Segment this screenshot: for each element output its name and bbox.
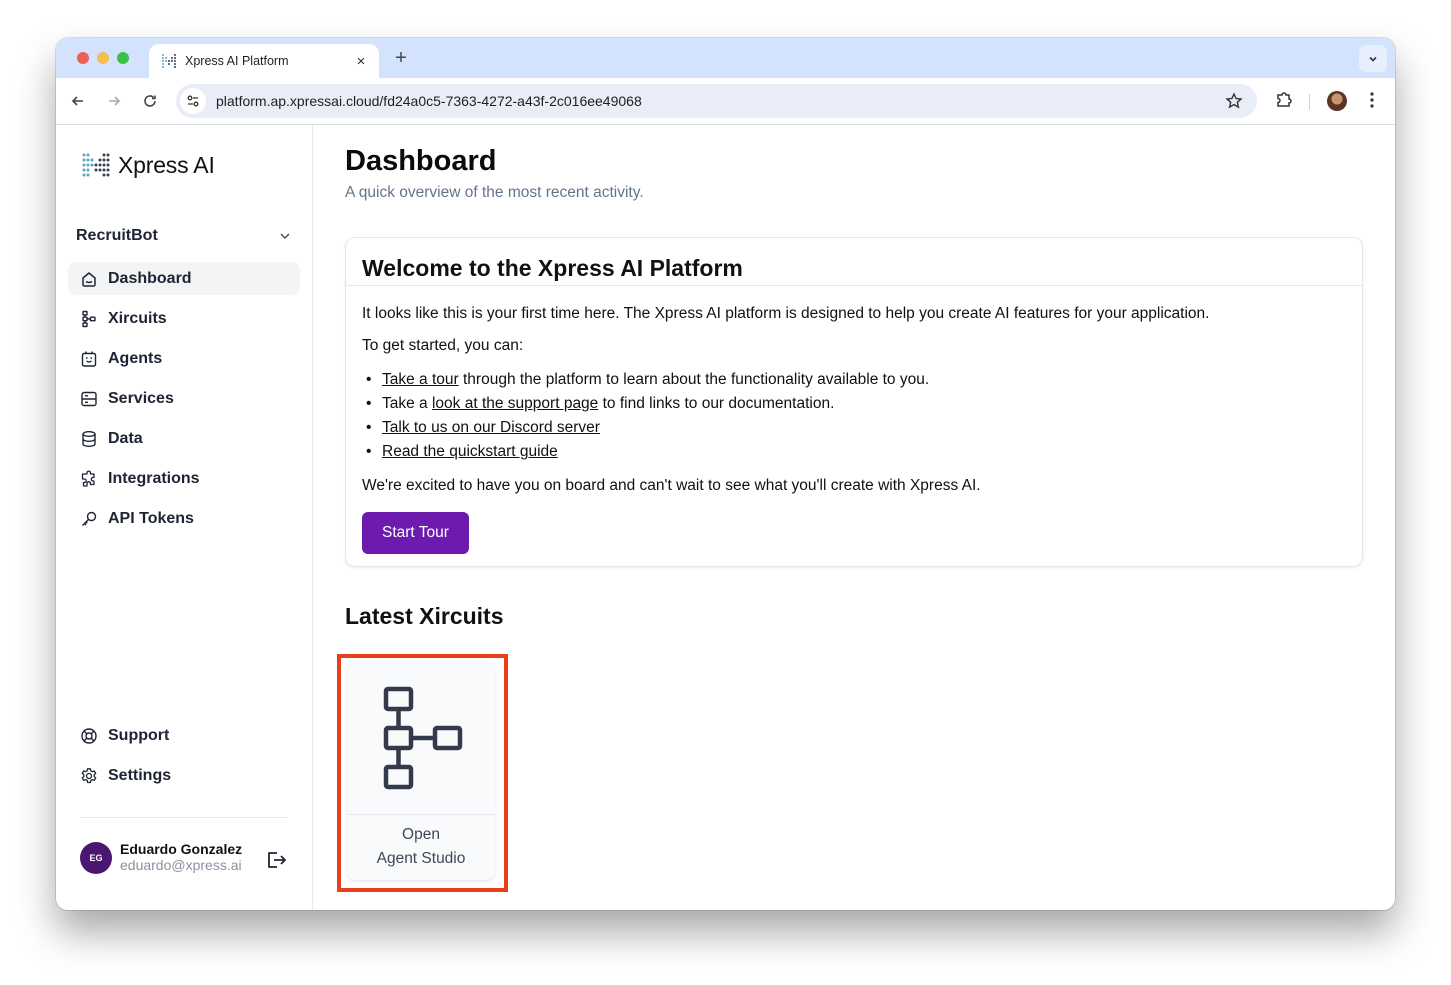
welcome-title: Welcome to the Xpress AI Platform	[362, 255, 743, 281]
tune-icon	[187, 95, 199, 107]
url-text[interactable]: platform.ap.xpressai.cloud/fd24a0c5-7363…	[216, 93, 642, 109]
address-bar[interactable]: platform.ap.xpressai.cloud/fd24a0c5-7363…	[176, 84, 1257, 118]
support-page-link[interactable]: look at the support page	[432, 395, 598, 412]
list-item: Read the quickstart guide	[362, 440, 1346, 464]
welcome-outro: We're excited to have you on board and c…	[362, 477, 981, 494]
close-tab-icon[interactable]: ×	[353, 53, 369, 70]
user-email: eduardo@xpress.ai	[120, 857, 242, 873]
sidebar: Xpress AI RecruitBot Dashboard Xircuits	[56, 125, 313, 910]
database-icon	[80, 430, 98, 448]
user-avatar: EG	[80, 841, 112, 874]
list-item: Take a tour through the platform to lear…	[362, 368, 1346, 392]
chevron-down-icon	[280, 233, 290, 240]
robot-icon	[80, 350, 98, 368]
puzzle-icon	[80, 470, 98, 488]
welcome-intro: It looks like this is your first time he…	[362, 305, 1210, 322]
home-icon	[80, 270, 98, 288]
site-info-button[interactable]	[180, 88, 206, 114]
arrow-right-icon	[109, 96, 121, 106]
get-started-text: To get started, you can:	[362, 337, 524, 354]
key-icon	[80, 510, 98, 528]
maximize-window-button[interactable]	[117, 52, 129, 64]
minimize-window-button[interactable]	[97, 52, 109, 64]
list-item: Take a look at the support page to find …	[362, 392, 1346, 416]
browser-toolbar: platform.ap.xpressai.cloud/fd24a0c5-7363…	[56, 78, 1395, 125]
bookmark-star-icon[interactable]	[1225, 92, 1243, 110]
sidebar-item-label: Data	[108, 429, 143, 447]
sidebar-item-api-tokens[interactable]: API Tokens	[68, 502, 300, 535]
sidebar-item-agents[interactable]: Agents	[68, 342, 300, 375]
sidebar-item-label: Xircuits	[108, 309, 167, 327]
browser-tab[interactable]: Xpress AI Platform ×	[149, 44, 379, 78]
brand-name: Xpress AI	[118, 152, 215, 178]
sidebar-item-services[interactable]: Services	[68, 382, 300, 415]
xircuits-workflow-icon	[383, 686, 463, 790]
xpress-favicon-icon	[162, 54, 176, 68]
sidebar-item-label: Settings	[108, 766, 172, 784]
page-title: Dashboard	[345, 145, 497, 177]
app: Xpress AI RecruitBot Dashboard Xircuits	[56, 125, 1395, 910]
profile-avatar[interactable]	[1327, 91, 1347, 111]
latest-xircuits-title: Latest Xircuits	[345, 603, 504, 629]
getting-started-list: Take a tour through the platform to lear…	[362, 368, 1346, 464]
browser-window: Xpress AI Platform × + platform.ap.xpres…	[56, 38, 1395, 910]
quickstart-guide-link[interactable]: Read the quickstart guide	[382, 443, 558, 460]
welcome-card: Welcome to the Xpress AI Platform It loo…	[345, 237, 1363, 567]
new-tab-button[interactable]: +	[391, 47, 411, 70]
sidebar-item-label: Dashboard	[108, 269, 192, 287]
extensions-puzzle-icon[interactable]	[1274, 90, 1294, 110]
discord-link[interactable]: Talk to us on our Discord server	[382, 419, 600, 436]
sidebar-item-support[interactable]: Support	[68, 719, 300, 752]
forward-button[interactable]	[103, 90, 125, 112]
close-window-button[interactable]	[77, 52, 89, 64]
card-title: Agent Studio	[376, 850, 466, 867]
toolbar-separator	[1309, 94, 1310, 110]
list-item: Talk to us on our Discord server	[362, 416, 1346, 440]
reload-icon	[144, 95, 156, 107]
logout-icon[interactable]	[264, 848, 288, 872]
sidebar-item-label: API Tokens	[108, 509, 194, 527]
gear-icon	[80, 767, 98, 785]
arrow-left-icon	[71, 96, 83, 106]
tab-strip: Xpress AI Platform × +	[56, 38, 1395, 78]
back-button[interactable]	[67, 90, 89, 112]
sidebar-item-label: Agents	[108, 349, 163, 367]
brand-logo[interactable]: Xpress AI	[82, 152, 215, 179]
sidebar-item-label: Integrations	[108, 469, 200, 487]
more-menu-icon[interactable]	[1364, 90, 1380, 110]
sidebar-item-integrations[interactable]: Integrations	[68, 462, 300, 495]
sidebar-item-settings[interactable]: Settings	[68, 759, 300, 792]
user-profile[interactable]: EG Eduardo Gonzalez eduardo@xpress.ai	[80, 841, 242, 874]
user-name: Eduardo Gonzalez	[120, 841, 243, 857]
card-action-label: Open	[402, 826, 440, 843]
workflow-icon	[80, 310, 98, 328]
sidebar-item-xircuits[interactable]: Xircuits	[68, 302, 300, 335]
open-agent-studio-card[interactable]: Open Agent Studio	[347, 662, 495, 880]
sidebar-item-label: Services	[108, 389, 174, 407]
tab-search-button[interactable]	[1359, 45, 1387, 72]
sidebar-item-dashboard[interactable]: Dashboard	[68, 262, 300, 295]
sidebar-item-data[interactable]: Data	[68, 422, 300, 455]
reload-button[interactable]	[139, 90, 161, 112]
main-content: Dashboard A quick overview of the most r…	[314, 125, 1395, 910]
lifebuoy-icon	[80, 727, 98, 745]
page-subtitle: A quick overview of the most recent acti…	[345, 184, 644, 201]
xpress-logo-icon	[82, 153, 110, 176]
sidebar-item-label: Support	[108, 726, 170, 744]
take-a-tour-link[interactable]: Take a tour	[382, 371, 459, 388]
project-selector[interactable]: RecruitBot	[76, 224, 292, 248]
tab-title: Xpress AI Platform	[185, 54, 289, 68]
chevron-down-icon	[1369, 56, 1377, 62]
project-name: RecruitBot	[76, 227, 158, 244]
start-tour-button[interactable]: Start Tour	[362, 512, 469, 554]
sidebar-divider	[80, 817, 288, 818]
server-icon	[80, 390, 98, 408]
